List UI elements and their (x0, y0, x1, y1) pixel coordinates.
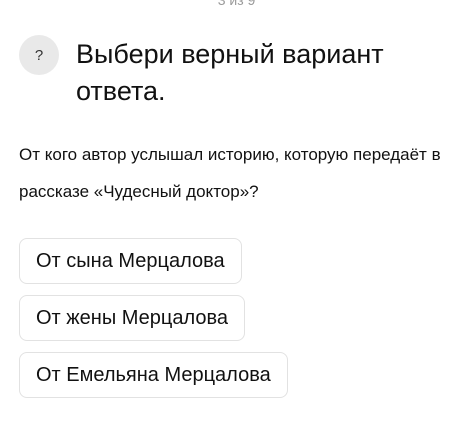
answer-options: От сына Мерцалова От жены Мерцалова От Е… (19, 238, 288, 409)
answer-option-1[interactable]: От сына Мерцалова (19, 238, 242, 284)
question-mark-icon: ? (19, 35, 59, 75)
instruction-heading: Выбери верный вариант ответа. (76, 39, 384, 106)
answer-option-3[interactable]: От Емельяна Мерцалова (19, 352, 288, 398)
question-text: От кого автор услышал историю, которую п… (19, 145, 441, 201)
question-counter: 3 из 9 (217, 0, 256, 8)
answer-option-2[interactable]: От жены Мерцалова (19, 295, 246, 341)
